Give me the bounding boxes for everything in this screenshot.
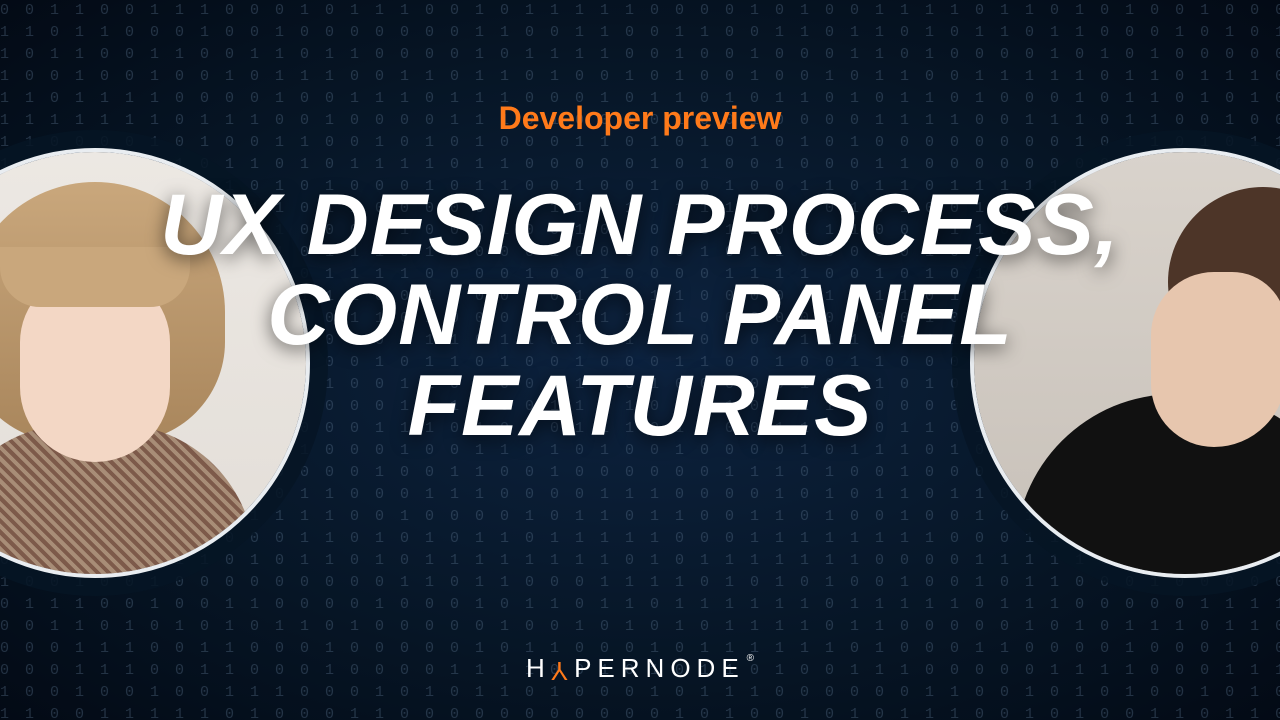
brand-logo-y-icon: Y (551, 655, 574, 686)
subtitle: Developer preview (0, 100, 1280, 137)
brand-text-pre: H (526, 653, 551, 683)
registered-mark-icon: ® (747, 653, 754, 664)
brand-logo: HYPERNODE® (0, 653, 1280, 684)
main-title: UX DESIGN PROCESS, CONTROL PANEL FEATURE… (0, 180, 1280, 451)
brand-text-post: PERNODE (574, 653, 745, 683)
